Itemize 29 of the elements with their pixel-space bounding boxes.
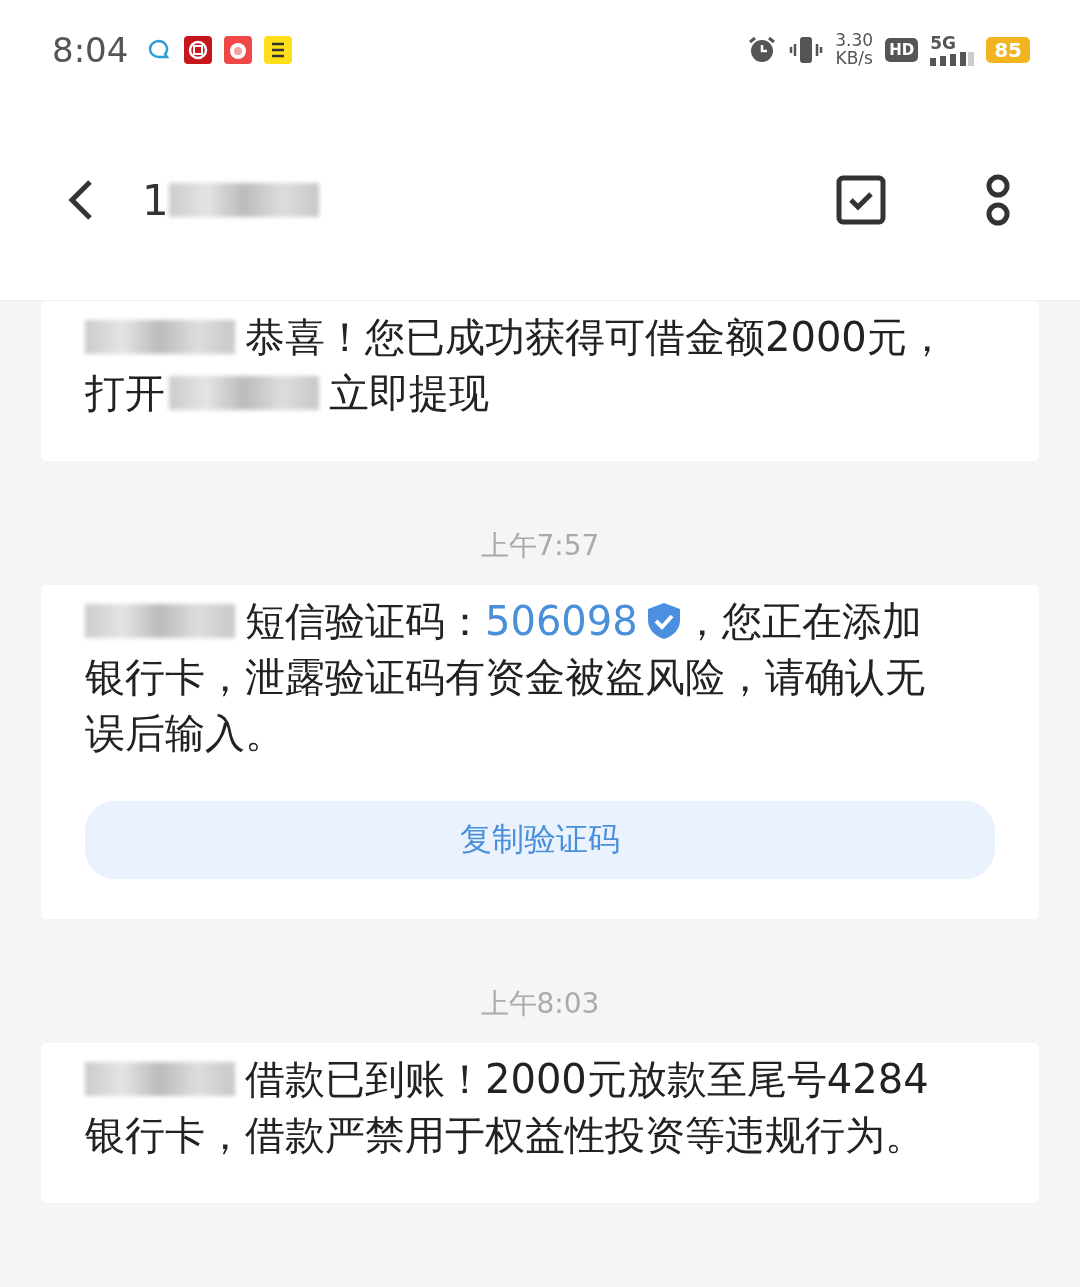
verification-code[interactable]: 506098 xyxy=(485,593,638,649)
message-time: 上午8:03 xyxy=(479,986,601,1022)
message-text: 打开 xyxy=(85,369,165,418)
message-text: 立即提现 xyxy=(329,369,489,418)
message-text: 恭喜！您已成功获得可借金额2000元， xyxy=(245,313,947,362)
contact-number: 1 xyxy=(142,175,169,225)
more-icon[interactable] xyxy=(986,174,1010,226)
signal-icon xyxy=(930,51,975,66)
verified-shield-icon xyxy=(645,602,682,640)
status-time: 8:04 xyxy=(52,30,129,70)
select-checkbox-icon[interactable] xyxy=(836,175,886,225)
message-text: 银行卡，泄露验证码有资金被盗风险，请确认无 xyxy=(85,653,925,702)
bank-icon xyxy=(184,36,213,64)
message-time: 上午7:57 xyxy=(479,528,601,564)
network-speed: 3.30 xyxy=(835,32,874,50)
message-text: ，您正在添加 xyxy=(681,597,922,646)
message-text: 银行卡，借款严禁用于权益性投资等违规行为。 xyxy=(85,1111,925,1160)
network-type: 5G xyxy=(930,34,956,52)
message-text: 借款已到账！2000元放款至尾号4284 xyxy=(245,1055,929,1104)
message-text: 短信验证码： xyxy=(245,597,485,646)
message-text: 误后输入。 xyxy=(85,709,285,758)
battery-indicator: 85 xyxy=(986,37,1030,63)
speed-unit: KB/s xyxy=(835,50,873,68)
book-app-icon xyxy=(264,36,293,64)
alarm-icon xyxy=(747,35,778,65)
app-icon xyxy=(224,36,253,64)
copy-code-button[interactable]: 复制验证码 xyxy=(85,801,995,879)
hd-badge: HD xyxy=(885,38,919,62)
vibrate-icon xyxy=(789,35,824,65)
